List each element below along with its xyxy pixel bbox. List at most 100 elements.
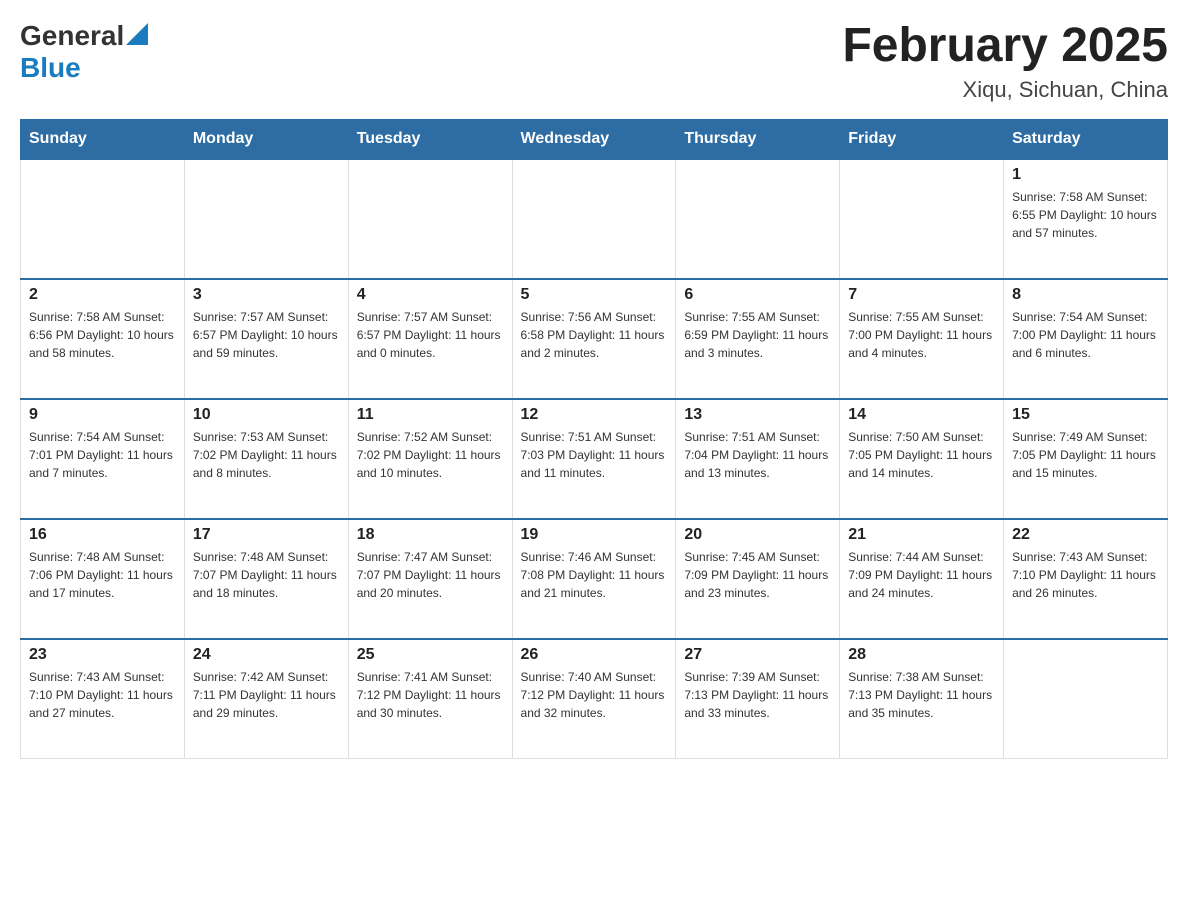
calendar-body: 1 Sunrise: 7:58 AM Sunset: 6:55 PM Daylig… <box>21 159 1168 759</box>
calendar-cell: 5 Sunrise: 7:56 AM Sunset: 6:58 PM Daylig… <box>512 279 676 399</box>
calendar-cell: 12Sunrise: 7:51 AM Sunset: 7:03 PM Dayli… <box>512 399 676 519</box>
location-title: Xiqu, Sichuan, China <box>842 77 1168 103</box>
calendar-cell: 27Sunrise: 7:39 AM Sunset: 7:13 PM Dayli… <box>676 639 840 759</box>
day-number: 14 <box>848 406 995 424</box>
day-info: Sunrise: 7:38 AM Sunset: 7:13 PM Dayligh… <box>848 668 995 722</box>
day-info: Sunrise: 7:55 AM Sunset: 7:00 PM Dayligh… <box>848 308 995 362</box>
day-of-week-sunday: Sunday <box>21 119 185 159</box>
day-info: Sunrise: 7:55 AM Sunset: 6:59 PM Dayligh… <box>684 308 831 362</box>
day-number: 28 <box>848 646 995 664</box>
calendar-cell: 13Sunrise: 7:51 AM Sunset: 7:04 PM Dayli… <box>676 399 840 519</box>
logo-triangle-icon <box>126 23 148 45</box>
day-info: Sunrise: 7:51 AM Sunset: 7:04 PM Dayligh… <box>684 428 831 482</box>
calendar-cell: 22 Sunrise: 7:43 AM Sunset: 7:10 PM Dayli… <box>1004 519 1168 639</box>
day-number: 1 <box>1012 166 1159 184</box>
calendar-header: SundayMondayTuesdayWednesdayThursdayFrid… <box>21 119 1168 159</box>
day-info: Sunrise: 7:58 AM Sunset: 6:55 PM Dayligh… <box>1012 188 1159 242</box>
day-number: 10 <box>193 406 340 424</box>
day-of-week-saturday: Saturday <box>1004 119 1168 159</box>
day-number: 2 <box>29 286 176 304</box>
header: General Blue February 2025 Xiqu, Sichuan… <box>20 20 1168 103</box>
day-number: 7 <box>848 286 995 304</box>
calendar-cell <box>512 159 676 279</box>
day-info: Sunrise: 7:56 AM Sunset: 6:58 PM Dayligh… <box>521 308 668 362</box>
day-number: 3 <box>193 286 340 304</box>
day-number: 17 <box>193 526 340 544</box>
calendar-cell <box>348 159 512 279</box>
calendar-cell: 3 Sunrise: 7:57 AM Sunset: 6:57 PM Daylig… <box>184 279 348 399</box>
calendar-cell <box>840 159 1004 279</box>
week-row-3: 9Sunrise: 7:54 AM Sunset: 7:01 PM Daylig… <box>21 399 1168 519</box>
day-number: 5 <box>521 286 668 304</box>
day-number: 19 <box>521 526 668 544</box>
day-number: 4 <box>357 286 504 304</box>
day-info: Sunrise: 7:44 AM Sunset: 7:09 PM Dayligh… <box>848 548 995 602</box>
days-of-week-row: SundayMondayTuesdayWednesdayThursdayFrid… <box>21 119 1168 159</box>
month-title: February 2025 <box>842 20 1168 73</box>
calendar-cell: 4 Sunrise: 7:57 AM Sunset: 6:57 PM Daylig… <box>348 279 512 399</box>
calendar-cell: 11 Sunrise: 7:52 AM Sunset: 7:02 PM Dayli… <box>348 399 512 519</box>
calendar-cell <box>184 159 348 279</box>
calendar-cell: 9Sunrise: 7:54 AM Sunset: 7:01 PM Daylig… <box>21 399 185 519</box>
calendar-cell: 19 Sunrise: 7:46 AM Sunset: 7:08 PM Dayli… <box>512 519 676 639</box>
day-number: 25 <box>357 646 504 664</box>
title-area: February 2025 Xiqu, Sichuan, China <box>842 20 1168 103</box>
day-number: 6 <box>684 286 831 304</box>
week-row-1: 1 Sunrise: 7:58 AM Sunset: 6:55 PM Daylig… <box>21 159 1168 279</box>
day-info: Sunrise: 7:48 AM Sunset: 7:07 PM Dayligh… <box>193 548 340 602</box>
day-number: 15 <box>1012 406 1159 424</box>
day-info: Sunrise: 7:57 AM Sunset: 6:57 PM Dayligh… <box>193 308 340 362</box>
calendar-cell: 2Sunrise: 7:58 AM Sunset: 6:56 PM Daylig… <box>21 279 185 399</box>
day-number: 20 <box>684 526 831 544</box>
day-info: Sunrise: 7:57 AM Sunset: 6:57 PM Dayligh… <box>357 308 504 362</box>
day-number: 11 <box>357 406 504 424</box>
day-info: Sunrise: 7:41 AM Sunset: 7:12 PM Dayligh… <box>357 668 504 722</box>
calendar-cell <box>676 159 840 279</box>
calendar-cell: 28 Sunrise: 7:38 AM Sunset: 7:13 PM Dayli… <box>840 639 1004 759</box>
day-number: 22 <box>1012 526 1159 544</box>
day-info: Sunrise: 7:45 AM Sunset: 7:09 PM Dayligh… <box>684 548 831 602</box>
calendar-cell: 18 Sunrise: 7:47 AM Sunset: 7:07 PM Dayli… <box>348 519 512 639</box>
calendar-cell: 16Sunrise: 7:48 AM Sunset: 7:06 PM Dayli… <box>21 519 185 639</box>
day-info: Sunrise: 7:39 AM Sunset: 7:13 PM Dayligh… <box>684 668 831 722</box>
calendar-cell <box>1004 639 1168 759</box>
week-row-4: 16Sunrise: 7:48 AM Sunset: 7:06 PM Dayli… <box>21 519 1168 639</box>
calendar-cell: 7 Sunrise: 7:55 AM Sunset: 7:00 PM Daylig… <box>840 279 1004 399</box>
calendar-cell <box>21 159 185 279</box>
day-of-week-wednesday: Wednesday <box>512 119 676 159</box>
day-info: Sunrise: 7:50 AM Sunset: 7:05 PM Dayligh… <box>848 428 995 482</box>
day-of-week-tuesday: Tuesday <box>348 119 512 159</box>
day-of-week-friday: Friday <box>840 119 1004 159</box>
week-row-2: 2Sunrise: 7:58 AM Sunset: 6:56 PM Daylig… <box>21 279 1168 399</box>
day-number: 26 <box>521 646 668 664</box>
calendar-cell: 20 Sunrise: 7:45 AM Sunset: 7:09 PM Dayli… <box>676 519 840 639</box>
day-info: Sunrise: 7:52 AM Sunset: 7:02 PM Dayligh… <box>357 428 504 482</box>
calendar-cell: 8Sunrise: 7:54 AM Sunset: 7:00 PM Daylig… <box>1004 279 1168 399</box>
day-info: Sunrise: 7:49 AM Sunset: 7:05 PM Dayligh… <box>1012 428 1159 482</box>
day-info: Sunrise: 7:48 AM Sunset: 7:06 PM Dayligh… <box>29 548 176 602</box>
calendar-cell: 1 Sunrise: 7:58 AM Sunset: 6:55 PM Daylig… <box>1004 159 1168 279</box>
day-number: 23 <box>29 646 176 664</box>
day-info: Sunrise: 7:47 AM Sunset: 7:07 PM Dayligh… <box>357 548 504 602</box>
calendar-cell: 24 Sunrise: 7:42 AM Sunset: 7:11 PM Dayli… <box>184 639 348 759</box>
day-info: Sunrise: 7:54 AM Sunset: 7:01 PM Dayligh… <box>29 428 176 482</box>
day-number: 21 <box>848 526 995 544</box>
day-info: Sunrise: 7:43 AM Sunset: 7:10 PM Dayligh… <box>1012 548 1159 602</box>
logo-blue-text: Blue <box>20 52 148 84</box>
day-info: Sunrise: 7:42 AM Sunset: 7:11 PM Dayligh… <box>193 668 340 722</box>
day-number: 18 <box>357 526 504 544</box>
day-of-week-monday: Monday <box>184 119 348 159</box>
day-number: 24 <box>193 646 340 664</box>
week-row-5: 23Sunrise: 7:43 AM Sunset: 7:10 PM Dayli… <box>21 639 1168 759</box>
day-info: Sunrise: 7:46 AM Sunset: 7:08 PM Dayligh… <box>521 548 668 602</box>
calendar-cell: 21 Sunrise: 7:44 AM Sunset: 7:09 PM Dayli… <box>840 519 1004 639</box>
calendar-table: SundayMondayTuesdayWednesdayThursdayFrid… <box>20 119 1168 760</box>
day-of-week-thursday: Thursday <box>676 119 840 159</box>
day-info: Sunrise: 7:40 AM Sunset: 7:12 PM Dayligh… <box>521 668 668 722</box>
day-number: 8 <box>1012 286 1159 304</box>
calendar-cell: 17 Sunrise: 7:48 AM Sunset: 7:07 PM Dayli… <box>184 519 348 639</box>
day-number: 12 <box>521 406 668 424</box>
logo: General Blue <box>20 20 148 84</box>
calendar-cell: 26 Sunrise: 7:40 AM Sunset: 7:12 PM Dayli… <box>512 639 676 759</box>
calendar-cell: 23Sunrise: 7:43 AM Sunset: 7:10 PM Dayli… <box>21 639 185 759</box>
